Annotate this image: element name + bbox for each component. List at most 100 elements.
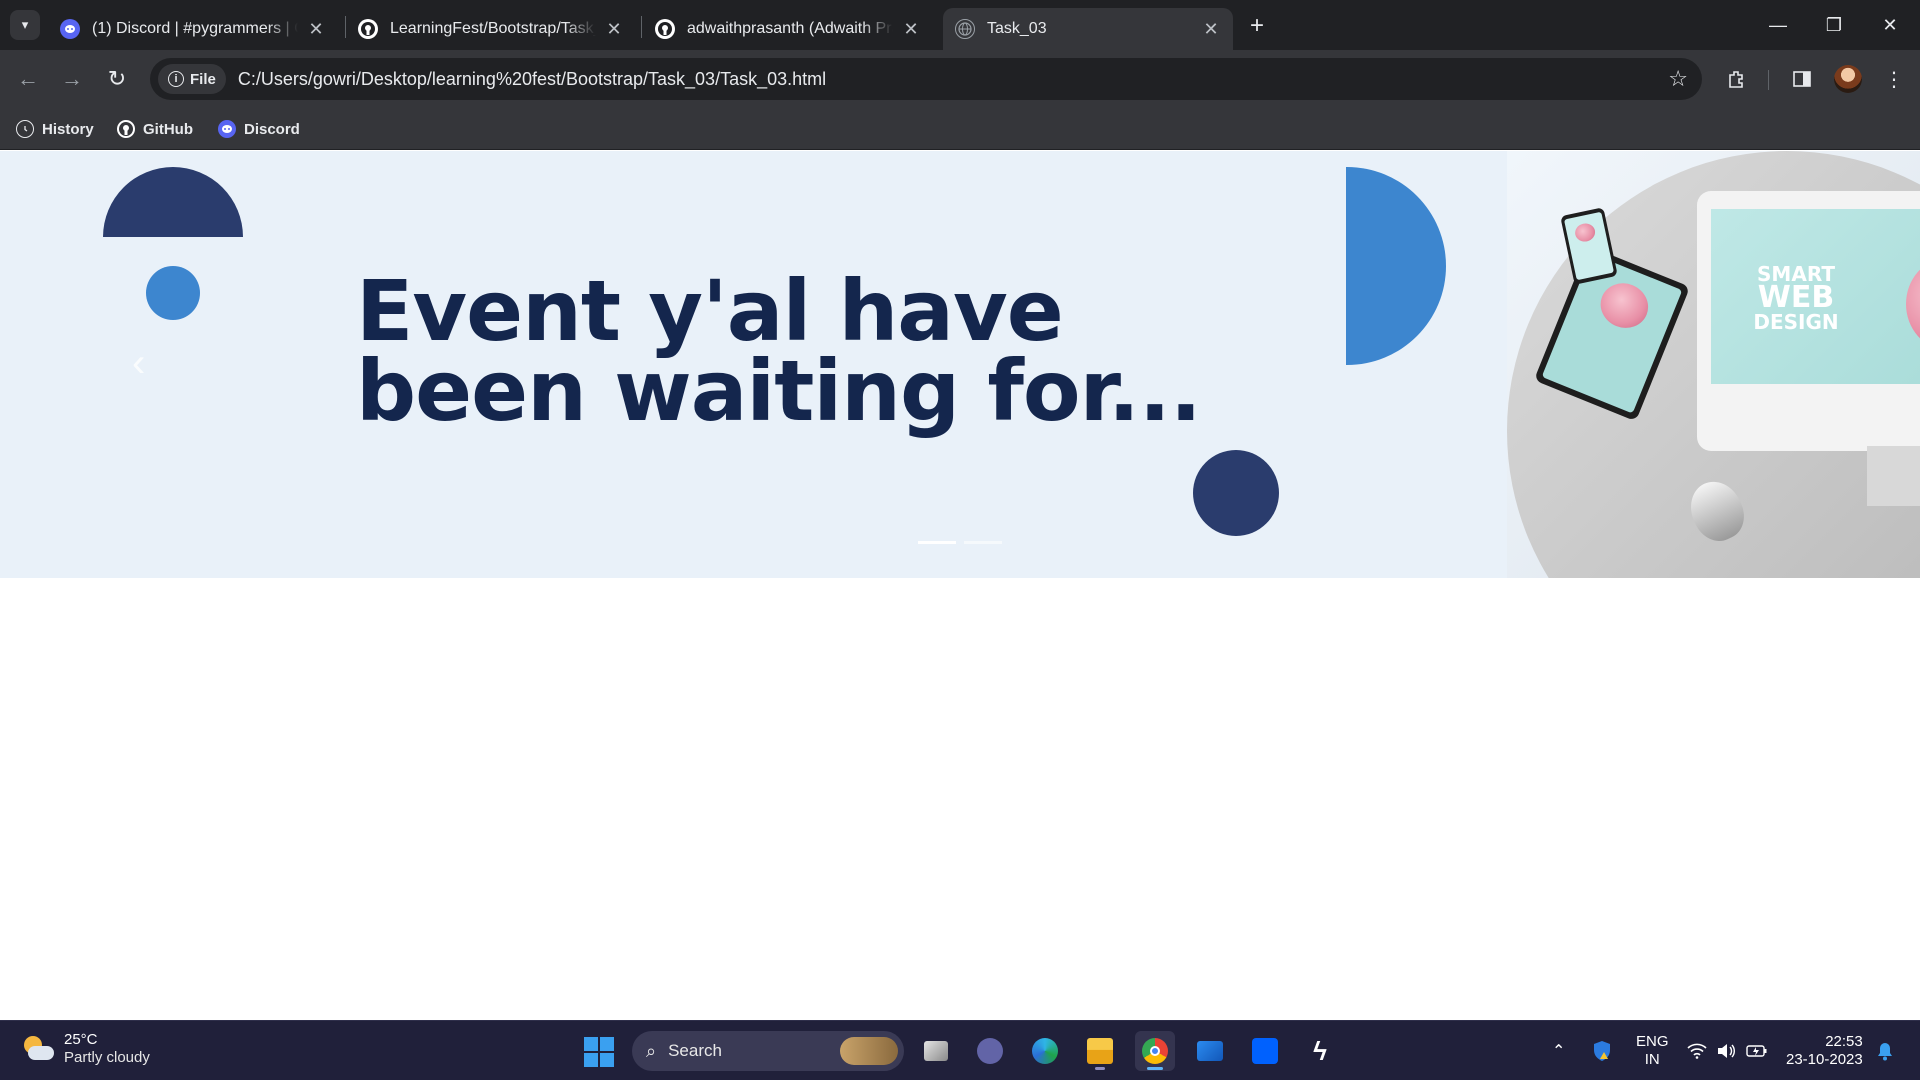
taskbar-dropbox[interactable]	[1245, 1031, 1285, 1071]
close-window-button[interactable]: ✕	[1862, 0, 1918, 50]
dropbox-icon	[1252, 1038, 1278, 1064]
teams-icon	[977, 1038, 1003, 1064]
close-icon[interactable]: ✕	[1201, 19, 1221, 40]
address-bar[interactable]: i File C:/Users/gowri/Desktop/learning%2…	[150, 58, 1702, 100]
bookmark-history[interactable]: History	[16, 116, 94, 142]
brain-illustration	[1573, 221, 1597, 244]
tab-task03[interactable]: Task_03 ✕	[943, 8, 1233, 50]
volume-icon[interactable]	[1716, 1021, 1736, 1081]
reload-icon: ↻	[107, 66, 127, 91]
carousel-indicator-1[interactable]	[918, 541, 956, 544]
close-icon[interactable]: ✕	[901, 19, 921, 40]
bookmarks-bar: History GitHub Discord	[0, 108, 1920, 150]
tab-search-button[interactable]: ▾	[10, 10, 40, 40]
security-tray-icon[interactable]	[1592, 1021, 1612, 1081]
close-icon[interactable]: ✕	[604, 19, 624, 40]
new-tab-button[interactable]: +	[1243, 12, 1271, 40]
hero-carousel: Event y'al have been waiting for... ‹ › …	[0, 151, 1920, 578]
taskbar-search[interactable]: ⌕ Search	[632, 1031, 904, 1071]
search-icon: ⌕	[646, 1040, 657, 1061]
taskbar-chrome[interactable]	[1135, 1031, 1175, 1071]
chevron-down-icon: ▾	[21, 17, 29, 32]
weather-widget[interactable]: 25°C Partly cloudy	[20, 1031, 150, 1067]
plus-icon: +	[1249, 12, 1264, 39]
lightning-icon: ϟ	[1313, 1035, 1327, 1066]
start-button[interactable]	[584, 1037, 614, 1067]
bookmark-label: Discord	[244, 120, 300, 138]
chrome-icon	[1142, 1038, 1168, 1064]
devices-mockup-image: SMART WEB DESIGN	[1507, 151, 1920, 578]
info-icon: i	[168, 71, 184, 87]
folder-icon	[1087, 1038, 1113, 1064]
github-icon	[358, 19, 378, 39]
close-icon: ✕	[1882, 14, 1898, 35]
battery-icon[interactable]	[1746, 1021, 1768, 1081]
decorative-navy-semicircle	[103, 167, 243, 237]
system-clock[interactable]: 22:53 23-10-2023	[1786, 1033, 1863, 1069]
headline-line-2: been waiting for...	[356, 342, 1202, 440]
edge-icon	[1032, 1038, 1058, 1064]
bookmark-github[interactable]: GitHub	[117, 116, 193, 142]
tab-discord[interactable]: (1) Discord | #pygrammers | GT ✕	[48, 8, 338, 50]
profile-avatar[interactable]	[1834, 65, 1862, 93]
url-text[interactable]: C:/Users/gowri/Desktop/learning%20fest/B…	[238, 69, 826, 90]
show-hidden-icons[interactable]: ⌃	[1552, 1021, 1565, 1081]
extensions-icon[interactable]	[1720, 63, 1752, 95]
search-highlight-image	[840, 1037, 898, 1065]
discord-icon	[60, 19, 80, 39]
bookmark-label: GitHub	[143, 120, 193, 138]
mockup-text: SMART WEB DESIGN	[1753, 262, 1839, 334]
brain-illustration	[1593, 276, 1655, 335]
carousel-indicator-2[interactable]	[964, 541, 1002, 544]
taskbar-task-view[interactable]	[916, 1031, 956, 1071]
tab-strip: ▾ (1) Discord | #pygrammers | GT ✕ Learn…	[0, 0, 1920, 50]
tab-title: Task_03	[987, 20, 1047, 37]
tab-title: (1) Discord | #pygrammers | GT	[92, 20, 298, 37]
more-menu-icon[interactable]: ⋮	[1878, 63, 1910, 95]
wifi-icon[interactable]	[1687, 1021, 1707, 1081]
brain-illustration	[1906, 259, 1920, 349]
arrow-left-icon: ←	[17, 66, 39, 91]
site-info-label: File	[190, 70, 216, 88]
mail-icon	[1197, 1041, 1223, 1061]
restore-button[interactable]: ❐	[1806, 0, 1862, 50]
carousel-indicators	[918, 541, 1002, 544]
restore-icon: ❐	[1825, 14, 1843, 35]
discord-icon	[218, 120, 236, 138]
taskbar-mail[interactable]	[1190, 1031, 1230, 1071]
partly-cloudy-icon	[20, 1034, 54, 1064]
back-button[interactable]: ←	[12, 63, 44, 95]
taskbar-file-explorer[interactable]	[1080, 1031, 1120, 1071]
tab-title: LearningFest/Bootstrap/Task_03	[390, 20, 596, 37]
chevron-up-icon: ⌃	[1552, 1043, 1566, 1060]
site-info-chip[interactable]: i File	[158, 64, 226, 94]
browser-toolbar: ← → ↻ i File C:/Users/gowri/Desktop/lear…	[0, 50, 1920, 108]
taskbar-teams[interactable]	[970, 1031, 1010, 1071]
tab-learningfest[interactable]: LearningFest/Bootstrap/Task_03 ✕	[346, 8, 636, 50]
monitor-mockup: SMART WEB DESIGN	[1697, 191, 1920, 506]
github-icon	[117, 120, 135, 138]
bookmark-label: History	[42, 120, 94, 138]
forward-button[interactable]: →	[56, 63, 88, 95]
history-icon	[16, 120, 34, 138]
notification-bell-icon[interactable]	[1876, 1021, 1894, 1081]
tab-divider	[641, 16, 642, 38]
carousel-prev-button[interactable]: ‹	[132, 341, 145, 386]
decorative-blue-circle	[146, 266, 200, 320]
minimize-button[interactable]: —	[1750, 0, 1806, 50]
language-indicator[interactable]: ENG IN	[1636, 1033, 1669, 1069]
globe-icon	[955, 19, 975, 39]
bookmark-discord[interactable]: Discord	[218, 116, 300, 142]
hero-headline: Event y'al have been waiting for...	[356, 269, 1256, 433]
close-icon[interactable]: ✕	[306, 19, 326, 40]
weather-temp: 25°C	[64, 1031, 98, 1048]
toolbar-divider	[1768, 70, 1769, 90]
bookmark-star-icon[interactable]: ☆	[1668, 66, 1688, 92]
decorative-blue-semicircle	[1346, 167, 1446, 365]
reload-button[interactable]: ↻	[101, 63, 133, 95]
side-panel-icon[interactable]	[1786, 63, 1818, 95]
search-label: Search	[668, 1041, 722, 1060]
tab-adwaith[interactable]: adwaithprasanth (Adwaith Prasanth) ✕	[643, 8, 933, 50]
taskbar-edge[interactable]	[1025, 1031, 1065, 1071]
taskbar-app-extra[interactable]: ϟ	[1300, 1031, 1340, 1071]
